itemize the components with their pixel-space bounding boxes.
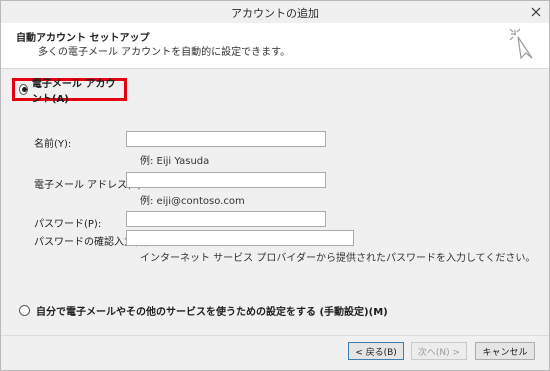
footer-divider bbox=[1, 335, 549, 336]
next-button[interactable]: 次へ(N) > bbox=[411, 342, 467, 360]
manual-setup-label: 自分で電子メールやその他のサービスを使うための設定をする (手動設定)(M) bbox=[36, 307, 388, 318]
email-hint: 例: eiji@contoso.com bbox=[140, 196, 245, 207]
auto-account-label: 電子メール アカウント(A) bbox=[31, 78, 116, 105]
header-subtitle: 多くの電子メール アカウントを自動的に設定できます。 bbox=[38, 47, 291, 58]
cancel-button[interactable]: キャンセル bbox=[475, 342, 535, 360]
email-input[interactable] bbox=[126, 172, 326, 188]
wizard-sparkle-icon bbox=[509, 28, 533, 60]
name-label: 名前(Y): bbox=[34, 139, 72, 150]
header-title: 自動アカウント セットアップ bbox=[16, 33, 150, 44]
name-hint: 例: Eiji Yasuda bbox=[140, 156, 210, 167]
title-bar: アカウントの追加 bbox=[1, 1, 549, 23]
manual-setup-radio[interactable] bbox=[19, 305, 30, 316]
manual-setup-option[interactable]: 自分で電子メールやその他のサービスを使うための設定をする (手動設定)(M) bbox=[19, 303, 388, 318]
window-title: アカウントの追加 bbox=[231, 7, 319, 20]
close-icon bbox=[531, 7, 541, 17]
auto-account-radio[interactable] bbox=[19, 84, 28, 95]
password-label: パスワード(P): bbox=[34, 219, 102, 230]
name-input[interactable] bbox=[126, 131, 326, 147]
back-button[interactable]: < 戻る(B) bbox=[348, 342, 404, 360]
add-account-dialog: アカウントの追加 自動アカウント セットアップ 多くの電子メール アカウントを自… bbox=[0, 0, 550, 371]
wizard-header: 自動アカウント セットアップ 多くの電子メール アカウントを自動的に設定できます… bbox=[1, 23, 549, 69]
password-confirm-input[interactable] bbox=[126, 230, 354, 246]
password-input[interactable] bbox=[126, 211, 326, 227]
auto-account-option[interactable]: 電子メール アカウント(A) bbox=[12, 78, 127, 105]
close-button[interactable] bbox=[529, 5, 543, 19]
password-hint: インターネット サービス プロバイダーから提供されたパスワードを入力してください… bbox=[140, 253, 536, 264]
